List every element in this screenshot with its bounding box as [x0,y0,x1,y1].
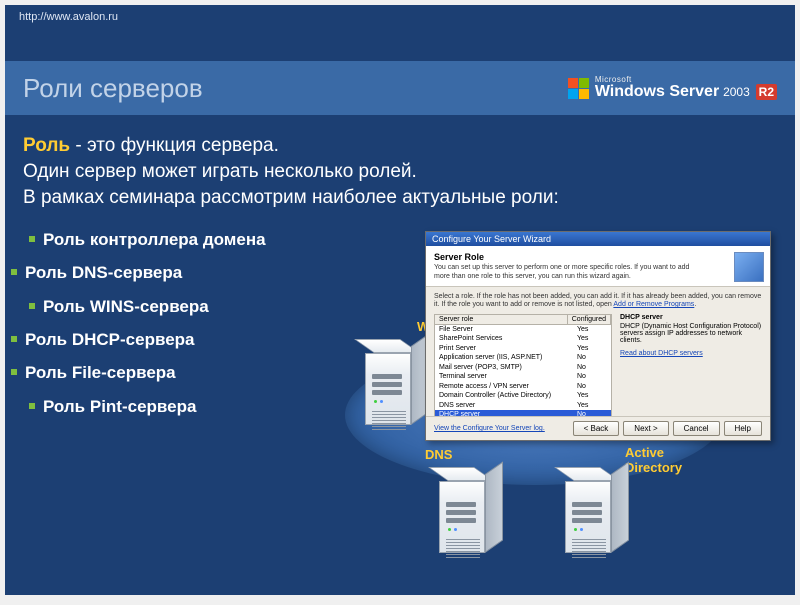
brand-year: 2003 [723,85,750,99]
server-role-icon [734,252,764,282]
view-log-link[interactable]: View the Configure Your Server log. [434,425,545,432]
slide-title: Роли серверов [23,73,203,104]
table-row[interactable]: Remote access / VPN serverNo [435,382,611,391]
add-remove-programs-link[interactable]: Add or Remove Programs [613,301,694,308]
wizard-banner: Server Role You can set up this server t… [426,246,770,287]
label-dns: DNS [425,447,452,462]
intro-line2: Один сервер может играть несколько ролей… [23,159,781,185]
bullet-icon [29,236,35,242]
table-row[interactable]: File ServerYes [435,325,611,334]
intro-role-word: Роль [23,135,70,156]
table-row[interactable]: DNS serverYes [435,401,611,410]
wizard-banner-title: Server Role [434,252,762,262]
bullet-icon [29,403,35,409]
help-button[interactable]: Help [724,421,762,436]
intro-line1: - это функция сервера. [70,135,279,156]
back-button[interactable]: < Back [573,421,620,436]
server-icon [439,467,509,553]
wizard-desc: Select a role. If the role has not been … [434,293,762,311]
server-icon [565,467,635,553]
wizard-banner-sub: You can set up this server to perform on… [434,264,694,282]
slide: http://www.avalon.ru Роли серверов Micro… [5,5,795,595]
cancel-button[interactable]: Cancel [673,421,720,436]
role-label: Роль File-сервера [25,363,176,382]
info-title: DHCP server [620,314,762,321]
brand-edition: R2 [756,84,777,100]
title-band: Роли серверов Microsoft Windows Server 2… [5,61,795,115]
col-configured: Configured [568,315,611,324]
read-about-link[interactable]: Read about DHCP servers [620,350,703,357]
table-row[interactable]: SharePoint ServicesYes [435,334,611,343]
info-desc: DHCP (Dynamic Host Configuration Protoco… [620,323,762,344]
label-ad: Active Directory [625,445,705,475]
brand-product: Windows Server [595,83,719,100]
bullet-icon [11,369,17,375]
role-label: Роль DHCP-сервера [25,330,195,349]
role-label: Роль DNS-сервера [25,263,182,282]
col-role: Server role [435,315,568,324]
role-label: Роль Pint-сервера [43,397,196,416]
table-row[interactable]: Domain Controller (Active Directory)Yes [435,391,611,400]
bullet-icon [11,269,17,275]
role-label: Роль WINS-сервера [43,297,209,316]
table-row[interactable]: Terminal serverNo [435,372,611,381]
role-label: Роль контроллера домена [43,230,266,249]
intro-line3: В рамках семинара рассмотрим наиболее ак… [23,185,781,211]
brand-logo: Microsoft Windows Server 2003 R2 [568,76,777,100]
bullet-icon [11,336,17,342]
next-button[interactable]: Next > [623,421,668,436]
wizard-desc-text: Select a role. If the role has not been … [434,293,761,309]
table-row[interactable]: Application server (IIS, ASP.NET)No [435,353,611,362]
wizard-titlebar: Configure Your Server Wizard [426,232,770,246]
configure-server-wizard: Configure Your Server Wizard Server Role… [425,231,771,441]
table-row[interactable]: Print ServerYes [435,344,611,353]
table-row[interactable]: Mail server (POP3, SMTP)No [435,363,611,372]
source-url: http://www.avalon.ru [19,11,118,23]
windows-flag-icon [568,78,589,99]
bullet-icon [29,303,35,309]
